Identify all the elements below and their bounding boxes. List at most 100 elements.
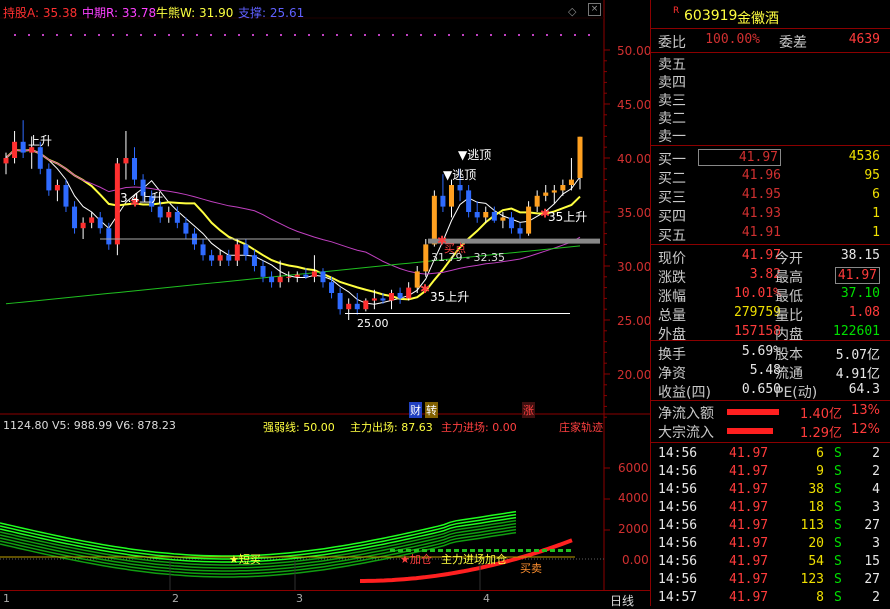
candle[interactable]	[63, 179, 69, 212]
candle[interactable]	[200, 239, 206, 261]
tick-row[interactable]: 14:56 41.97 18 S 3	[651, 500, 890, 518]
candle[interactable]	[517, 222, 523, 239]
candle[interactable]	[363, 298, 369, 312]
candle[interactable]	[243, 239, 249, 261]
sell-level-row[interactable]: 卖三	[651, 90, 890, 109]
candle[interactable]	[46, 163, 52, 196]
finance-badge[interactable]: 财	[409, 402, 422, 418]
sub-y-label: 2000	[618, 522, 649, 536]
tick-row[interactable]: 14:56 41.97 6 S 2	[651, 446, 890, 464]
candle[interactable]	[226, 249, 232, 266]
tick-row[interactable]: 14:56 41.97 113 S 27	[651, 518, 890, 536]
sell-level-row[interactable]: 卖五	[651, 54, 890, 73]
candle[interactable]	[397, 287, 403, 304]
tick-row[interactable]: 14:56 41.97 20 S 3	[651, 536, 890, 554]
marker-dot	[476, 34, 478, 36]
marker-dot	[518, 34, 520, 36]
candle[interactable]	[346, 298, 352, 320]
marker-dot	[294, 34, 296, 36]
candle[interactable]	[166, 206, 172, 223]
limit-up-badge[interactable]: 涨	[522, 402, 535, 418]
candle[interactable]	[526, 201, 532, 236]
fundamental-label-2: 流通	[775, 366, 803, 382]
candle-body	[346, 303, 352, 310]
candle[interactable]	[97, 212, 103, 234]
candle[interactable]	[423, 239, 429, 277]
tick-row[interactable]: 14:56 41.97 38 S 4	[651, 482, 890, 500]
sell-level-row[interactable]: 卖一	[651, 126, 890, 145]
flow-label: 净流入额	[658, 406, 714, 422]
candle[interactable]	[54, 179, 60, 202]
buy-level-row[interactable]: 买二 41.96 95	[651, 168, 890, 187]
tick-count: 2	[872, 464, 880, 479]
candle[interactable]	[209, 249, 215, 266]
candle[interactable]	[329, 276, 335, 299]
candle-body	[320, 271, 326, 283]
candle[interactable]	[269, 271, 275, 288]
candle[interactable]	[234, 239, 240, 266]
quote-value-2: 38.15	[840, 248, 880, 263]
buy-level-volume: 1	[872, 206, 880, 221]
marker-dot	[42, 34, 44, 36]
tick-price: 41.97	[729, 482, 769, 497]
candle[interactable]	[132, 147, 138, 185]
candle[interactable]	[114, 158, 120, 256]
candle-body	[440, 195, 446, 207]
candle[interactable]	[389, 289, 395, 310]
settings-icon[interactable]: ◇	[568, 5, 576, 18]
candle[interactable]	[414, 266, 420, 293]
tick-row[interactable]: 14:56 41.97 9 S 2	[651, 464, 890, 482]
kline-chart-svg[interactable]: ✱✱✱✱	[0, 0, 650, 606]
candle-body	[37, 147, 43, 169]
candle[interactable]	[260, 260, 266, 283]
annotation-rise-35: 35上升	[430, 290, 470, 304]
candle[interactable]	[123, 131, 129, 180]
candle[interactable]	[543, 185, 549, 202]
candle[interactable]	[80, 217, 86, 239]
flow-bar	[727, 409, 779, 415]
tick-row[interactable]: 14:57 41.97 8 S 2	[651, 590, 890, 608]
fundamental-row: 收益(四) 0.650 PE(动) 64.3	[651, 382, 890, 401]
candle[interactable]	[551, 185, 557, 204]
candle[interactable]	[294, 271, 300, 283]
buy-level-row[interactable]: 买三 41.95 6	[651, 187, 890, 206]
candle[interactable]	[577, 136, 583, 190]
tick-time: 14:56	[658, 536, 698, 551]
candle[interactable]	[466, 185, 472, 218]
buy-level-row[interactable]: 买四 41.93 1	[651, 206, 890, 225]
sell-level-row[interactable]: 卖二	[651, 108, 890, 127]
day-line-tab[interactable]: 日线	[610, 592, 634, 609]
candle[interactable]	[406, 282, 412, 301]
tick-row[interactable]: 14:56 41.97 54 S 15	[651, 554, 890, 572]
sell-level-row[interactable]: 卖四	[651, 72, 890, 91]
candle-body	[337, 293, 343, 310]
candle-body	[97, 217, 103, 229]
flow-label: 大宗流入	[658, 425, 714, 441]
transfer-badge[interactable]: 转	[425, 402, 438, 418]
candle[interactable]	[508, 212, 514, 234]
marker-dot	[56, 34, 58, 36]
candle[interactable]	[337, 287, 343, 315]
candle[interactable]	[12, 131, 18, 164]
kline-chart-area[interactable]: ✱ ✱ ✱ ✱ 持股A: 35.38 中期R: 33.78 牛熊W: 31.90 支撑…	[0, 0, 651, 609]
candle[interactable]	[20, 120, 26, 158]
tick-time: 14:56	[658, 464, 698, 479]
candle[interactable]	[217, 249, 223, 266]
tick-volume: 38	[808, 482, 824, 497]
candle[interactable]	[474, 201, 480, 223]
close-icon[interactable]: ×	[588, 3, 601, 16]
tick-row[interactable]: 14:56 41.97 123 S 27	[651, 572, 890, 590]
candle[interactable]	[534, 190, 540, 212]
candle[interactable]	[72, 201, 78, 234]
candle[interactable]	[311, 255, 317, 283]
buy-level-row[interactable]: 买五 41.91 1	[651, 225, 890, 244]
candle[interactable]	[286, 271, 292, 283]
candle[interactable]	[251, 249, 257, 272]
candle[interactable]	[320, 268, 326, 288]
buy-level-row[interactable]: 买一 41.97 4536	[651, 149, 890, 168]
candle[interactable]	[448, 179, 454, 218]
quote-row: 现价 41.97 今开 38.15	[651, 248, 890, 267]
candle-body	[560, 185, 566, 191]
candle[interactable]	[354, 293, 360, 315]
buy-level-label: 买四	[658, 209, 686, 225]
